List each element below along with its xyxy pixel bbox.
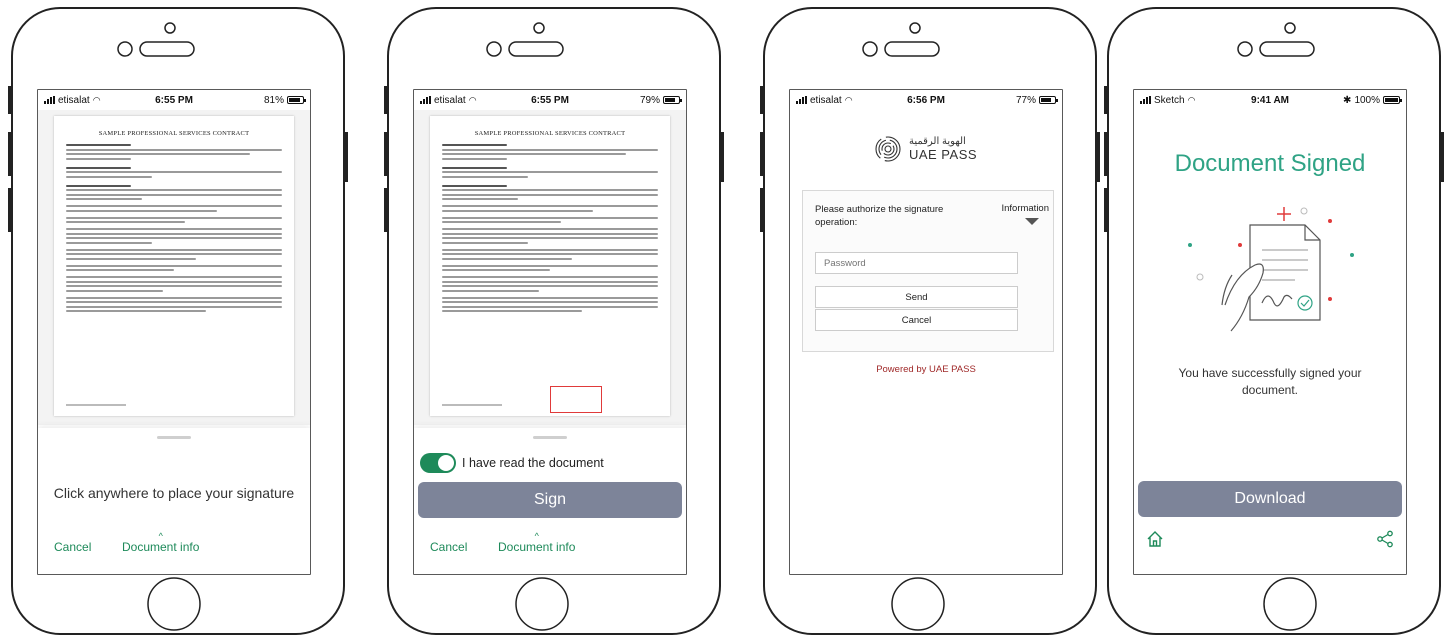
chevron-up-icon: ^ [534,531,539,541]
document-info-button[interactable]: ^ Document info [498,531,576,555]
read-toggle-label: I have read the document [462,456,604,470]
document-page[interactable]: SAMPLE PROFESSIONAL SERVICES CONTRACT [54,116,294,416]
screen: etisalat ◠ 6:56 PM 77% الهوية الرقمية UA… [790,90,1062,574]
clock: 6:56 PM [907,94,945,106]
carrier: etisalat [810,94,842,106]
battery-icon [1039,96,1059,104]
brand-arabic: الهوية الرقمية [908,136,966,147]
home-icon[interactable] [1146,530,1164,548]
cancel-button[interactable]: Cancel [815,309,1018,331]
document-info-label: Document info [122,540,200,554]
status-bar: etisalat ◠ 6:55 PM 81% [38,90,310,110]
password-input[interactable] [815,252,1018,274]
sign-button[interactable]: Sign [418,482,682,518]
battery-percent: 100% [1354,94,1381,106]
wifi-icon: ◠ [468,94,477,105]
bluetooth-icon: ✱ [1343,94,1352,106]
screen: etisalat ◠ 6:55 PM 81% SAMPLE PROFESSION… [38,90,310,574]
screen: Sketch ◠ 9:41 AM ✱ 100% Document Signed [1134,90,1406,574]
sheet-handle[interactable] [533,436,567,439]
action-bar: Cancel ^ Document info [414,522,686,555]
page-title: Document Signed [1174,150,1366,177]
battery-icon [287,96,307,104]
authorization-panel: Please authorize the signature operation… [802,190,1054,352]
brand-english: UAE PASS [908,147,978,162]
document-info-button[interactable]: ^ Document info [122,531,200,555]
clock: 6:55 PM [155,94,193,106]
download-button[interactable]: Download [1138,481,1402,517]
sheet-handle[interactable] [157,436,191,439]
chevron-up-icon: ^ [158,531,163,541]
wifi-icon: ◠ [1187,94,1196,105]
powered-by: Powered by UAE PASS [876,364,976,375]
send-button[interactable]: Send [815,286,1018,308]
carrier: etisalat [434,94,466,106]
carrier: Sketch [1154,94,1185,106]
uae-pass-logo: الهوية الرقمية UAE PASS [790,136,1062,162]
triangle-down-icon [1025,218,1039,225]
information-toggle[interactable]: Information [1001,203,1049,225]
signature-hint: Click anywhere to place your signature [53,485,295,501]
status-bar: etisalat ◠ 6:55 PM 79% [414,90,686,110]
phone-place-signature: etisalat ◠ 6:55 PM 81% SAMPLE PROFESSION… [8,2,348,638]
action-bar: Cancel ^ Document info [38,522,310,555]
phone-uae-pass: etisalat ◠ 6:56 PM 77% الهوية الرقمية UA… [760,2,1100,638]
signal-icon [796,96,807,104]
wifi-icon: ◠ [844,94,853,105]
document-title: SAMPLE PROFESSIONAL SERVICES CONTRACT [98,130,250,137]
battery-percent: 79% [640,94,661,106]
phone-document-signed: Sketch ◠ 9:41 AM ✱ 100% Document Signed [1104,2,1444,638]
share-icon[interactable] [1376,530,1394,548]
success-message: You have successfully signed your docume… [1178,366,1362,397]
battery-icon [1383,96,1403,104]
document-preview[interactable]: SAMPLE PROFESSIONAL SERVICES CONTRACT [414,110,686,425]
clock: 9:41 AM [1251,94,1289,106]
cancel-button[interactable]: Cancel [430,540,467,554]
signal-icon [44,96,55,104]
battery-percent: 81% [264,94,285,106]
status-bar: etisalat ◠ 6:56 PM 77% [790,90,1062,110]
document-page[interactable]: SAMPLE PROFESSIONAL SERVICES CONTRACT [430,116,670,416]
signature-placement-box[interactable] [550,386,602,413]
cancel-button[interactable]: Cancel [54,540,91,554]
document-info-label: Document info [498,540,576,554]
fingerprint-icon [875,136,901,162]
phone-sign-document: etisalat ◠ 6:55 PM 79% SAMPLE PROFESSION… [384,2,724,638]
battery-icon [663,96,683,104]
read-toggle[interactable] [420,453,456,473]
document-preview[interactable]: SAMPLE PROFESSIONAL SERVICES CONTRACT [38,110,310,425]
screen: etisalat ◠ 6:55 PM 79% SAMPLE PROFESSION… [414,90,686,574]
clock: 6:55 PM [531,94,569,106]
signed-document-illustration [1188,207,1354,332]
wifi-icon: ◠ [92,94,101,105]
read-confirmation: I have read the document [420,453,604,473]
signal-icon [420,96,431,104]
information-label: Information [1001,203,1049,214]
authorization-message: Please authorize the signature operation… [815,204,944,228]
document-title: SAMPLE PROFESSIONAL SERVICES CONTRACT [474,130,626,137]
status-bar: Sketch ◠ 9:41 AM ✱ 100% [1134,90,1406,110]
carrier: etisalat [58,94,90,106]
signal-icon [1140,96,1151,104]
battery-percent: 77% [1016,94,1037,106]
